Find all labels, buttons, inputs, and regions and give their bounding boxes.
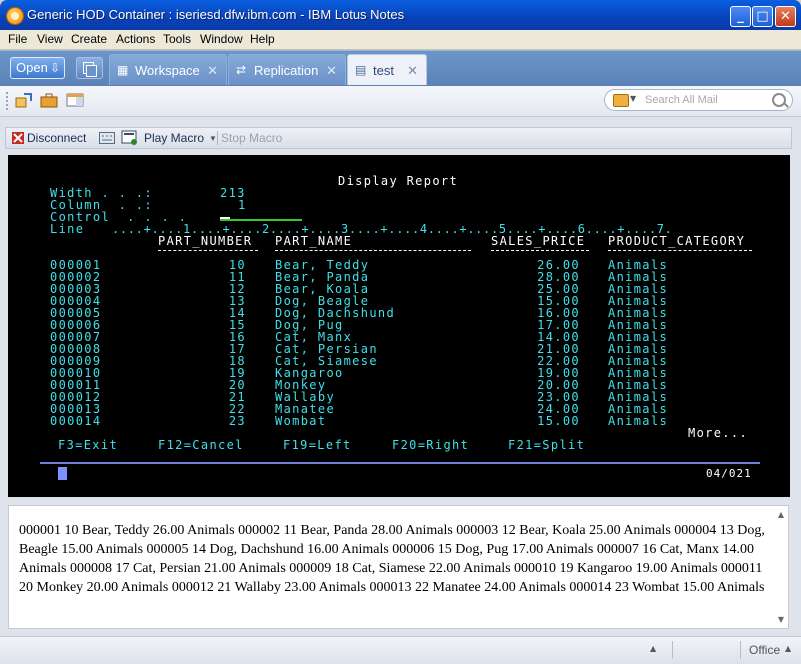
input-cursor [58,467,67,480]
close-tab-icon[interactable]: ✕ [407,63,418,79]
mail-icon [613,94,629,107]
control-input-field[interactable] [220,217,302,221]
hod-toolbar: Disconnect Play Macro ▼ Stop Macro [5,127,792,149]
search-input[interactable]: ▼ Search All Mail [604,89,793,111]
tab-workspace-label: Workspace [135,63,200,78]
more-indicator: More... [688,426,749,440]
header-product-category: PRODUCT_CATEGORY [608,234,746,248]
open-button[interactable]: Open ⇩ [10,57,65,79]
menu-file[interactable]: File [8,32,27,46]
close-window-button[interactable]: ✕ [775,6,796,27]
close-tab-icon[interactable]: ✕ [207,63,218,79]
form-icon: ▤ [355,63,367,77]
stop-macro-button[interactable]: Stop Macro [221,131,282,145]
replication-icon: ⇄ [236,63,247,77]
chevron-down-icon[interactable]: ▼ [209,134,217,143]
title-bar: Generic HOD Container : iseriesd.dfw.ibm… [0,0,801,30]
fkey-cancel[interactable]: F12=Cancel [158,438,244,452]
tab-test-label: test [373,63,394,78]
tab-replication[interactable]: ⇄ Replication ✕ [228,54,346,85]
row-product-category: Animals [608,414,669,428]
menu-view[interactable]: View [37,32,63,46]
column-value: 1 [238,198,247,212]
menu-bar: File View Create Actions Tools Window He… [0,30,801,50]
header-part-name: PART_NAME [275,234,353,248]
terminal-screen[interactable]: Display Report Width . . .: 213 Column .… [8,155,790,497]
document-frame: Disconnect Play Macro ▼ Stop Macro Displ… [0,117,801,664]
scroll-up-icon[interactable]: ▲ [778,510,784,519]
fkey-split[interactable]: F21=Split [508,438,585,452]
location-status[interactable]: Office [749,643,780,657]
fkey-exit[interactable]: F3=Exit [58,438,118,452]
play-macro-button[interactable]: Play Macro [144,131,204,145]
row-line-number: 000014 [50,414,102,428]
status-separator [740,641,741,659]
switch-windows-button[interactable] [76,57,103,79]
menu-create[interactable]: Create [71,32,107,46]
status-divider [40,462,760,464]
close-tab-icon[interactable]: ✕ [326,63,337,79]
tab-replication-label: Replication [254,63,319,78]
toolbar-grip[interactable] [6,92,10,110]
minimize-button[interactable]: _ [730,6,751,27]
navigate-icon[interactable] [15,92,33,108]
cursor-position: 04/021 [706,467,752,480]
open-button-label: Open [16,60,48,75]
header-part-number: PART_NUMBER [158,234,253,248]
row-part-name: Wombat [275,414,327,428]
preview-pane-icon[interactable] [66,92,84,108]
header-underline [158,250,258,251]
header-underline [275,250,471,251]
row-part-number: 23 [228,414,246,428]
status-up-icon[interactable]: ▲ [650,644,656,653]
tab-test[interactable]: ▤ test ✕ [347,54,427,85]
download-arrow-icon: ⇩ [49,61,60,75]
text-output-pane[interactable]: 000001 10 Bear, Teddy 26.00 Animals 0000… [8,505,789,629]
menu-actions[interactable]: Actions [116,32,155,46]
status-bar: ▲ Office ▲ [0,636,801,664]
disconnect-icon [12,132,24,144]
main-toolbar: ▼ Search All Mail [0,86,801,117]
maximize-button[interactable]: □ [752,6,773,27]
menu-tools[interactable]: Tools [163,32,191,46]
status-separator [672,641,673,659]
location-up-icon[interactable]: ▲ [785,644,791,653]
workspace-icon: ▦ [117,63,129,77]
line-label: Line [50,222,85,236]
menu-window[interactable]: Window [200,32,243,46]
fkey-left[interactable]: F19=Left [283,438,352,452]
tab-workspace[interactable]: ▦ Workspace ✕ [109,54,227,85]
search-placeholder: Search All Mail [645,94,718,106]
header-underline [608,250,752,251]
menu-help[interactable]: Help [250,32,275,46]
text-output: 000001 10 Bear, Teddy 26.00 Animals 0000… [19,523,765,595]
window-title: Generic HOD Container : iseriesd.dfw.ibm… [27,7,405,22]
header-sales-price: SALES_PRICE [491,234,586,248]
header-underline [491,250,589,251]
disconnect-button[interactable]: Disconnect [27,131,86,145]
tab-bar: Open ⇩ ▦ Workspace ✕ ⇄ Replication ✕ ▤ t… [0,50,801,87]
record-macro-icon[interactable] [121,130,139,146]
keyboard-icon[interactable] [99,132,115,144]
search-icon[interactable] [772,93,786,107]
screen-title: Display Report [338,174,459,188]
chevron-down-icon[interactable]: ▼ [630,94,636,103]
fkey-right[interactable]: F20=Right [392,438,469,452]
scroll-down-icon[interactable]: ▼ [778,615,784,624]
lotus-notes-icon[interactable] [6,7,24,25]
row-sales-price: 15.00 [537,414,580,428]
briefcase-icon[interactable] [40,92,58,108]
toolbar-separator [217,131,218,145]
